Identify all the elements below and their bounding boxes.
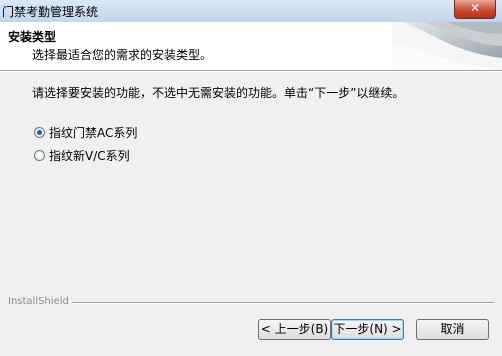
- wizard-header: 安装类型 选择最适合您的需求的安装类型。: [0, 22, 502, 70]
- wizard-banner-graphic-icon: [392, 22, 502, 70]
- window-title: 门禁考勤管理系统: [2, 5, 99, 19]
- option-vc-series-label: 指纹新V/C系列: [49, 148, 130, 163]
- installshield-brand: InstallShield: [8, 296, 69, 307]
- title-bar: 门禁考勤管理系统 ✕: [0, 0, 502, 22]
- radio-ac-series[interactable]: [34, 126, 45, 138]
- next-button[interactable]: 下一步(N) >: [331, 319, 404, 340]
- page-title: 安装类型: [8, 30, 57, 44]
- radio-vc-series[interactable]: [34, 149, 45, 161]
- close-icon: ✕: [469, 1, 481, 15]
- close-button[interactable]: ✕: [454, 0, 496, 19]
- back-button[interactable]: < 上一步(B): [258, 319, 331, 340]
- header-divider-highlight: [0, 71, 502, 72]
- instruction-text: 请选择要安装的功能，不选中无需安装的功能。单击“下一步”以继续。: [32, 86, 405, 100]
- cancel-button[interactable]: 取消: [416, 319, 489, 340]
- footer-divider-highlight: [72, 303, 494, 304]
- page-subtitle: 选择最适合您的需求的安装类型。: [32, 48, 213, 62]
- option-ac-series[interactable]: 指纹门禁AC系列: [34, 124, 137, 140]
- option-ac-series-label: 指纹门禁AC系列: [49, 125, 138, 140]
- option-vc-series[interactable]: 指纹新V/C系列: [34, 147, 130, 163]
